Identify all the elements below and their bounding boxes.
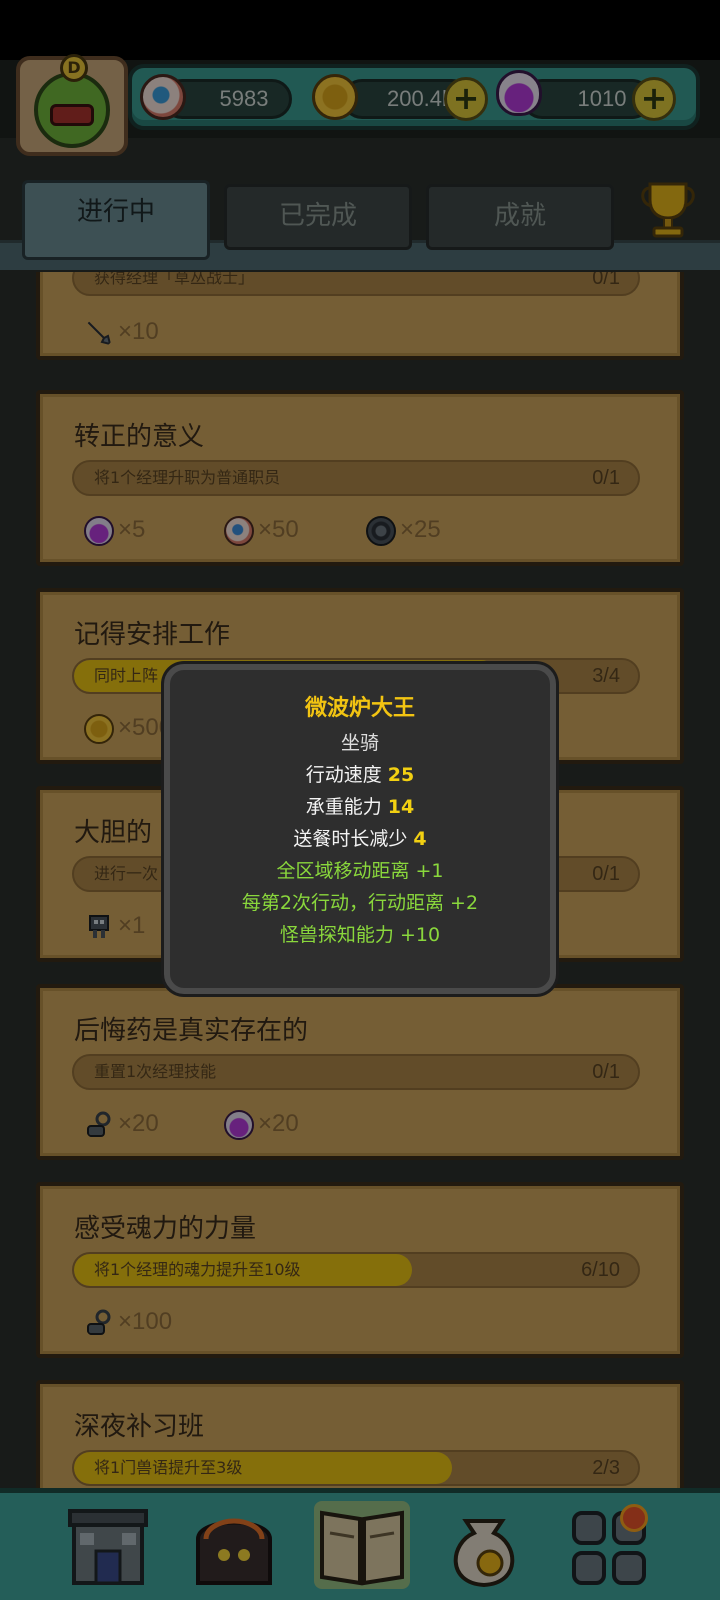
stat-value: 14 bbox=[387, 796, 415, 818]
stat-row: 送餐时长减少 4 bbox=[170, 824, 550, 851]
stat-label: 送餐时长减少 bbox=[293, 828, 408, 850]
popup-subtitle: 坐骑 bbox=[340, 732, 379, 754]
quest-screen: 5983 200.4k + 1010 + D 进行中 已完成 成就 获得经理「草… bbox=[0, 0, 720, 1600]
stat-row: 行动速度 25 bbox=[170, 760, 550, 787]
popup-title: 微波炉大王 bbox=[304, 696, 415, 721]
stat-label: 行动速度 bbox=[305, 764, 382, 786]
bonus-line: 全区域移动距离 +1 bbox=[276, 860, 444, 882]
stat-value: 4 bbox=[413, 828, 427, 850]
stat-row: 承重能力 14 bbox=[170, 792, 550, 819]
bonus-line: 每第2次行动，行动距离 +2 bbox=[241, 892, 479, 914]
stat-value: 25 bbox=[387, 764, 415, 786]
bonus-line: 怪兽探知能力 +10 bbox=[279, 924, 441, 946]
mount-info-popup: 微波炉大王 坐骑 行动速度 25 承重能力 14 送餐时长减少 4 全区域移动距… bbox=[164, 664, 556, 994]
stat-label: 承重能力 bbox=[305, 796, 382, 818]
